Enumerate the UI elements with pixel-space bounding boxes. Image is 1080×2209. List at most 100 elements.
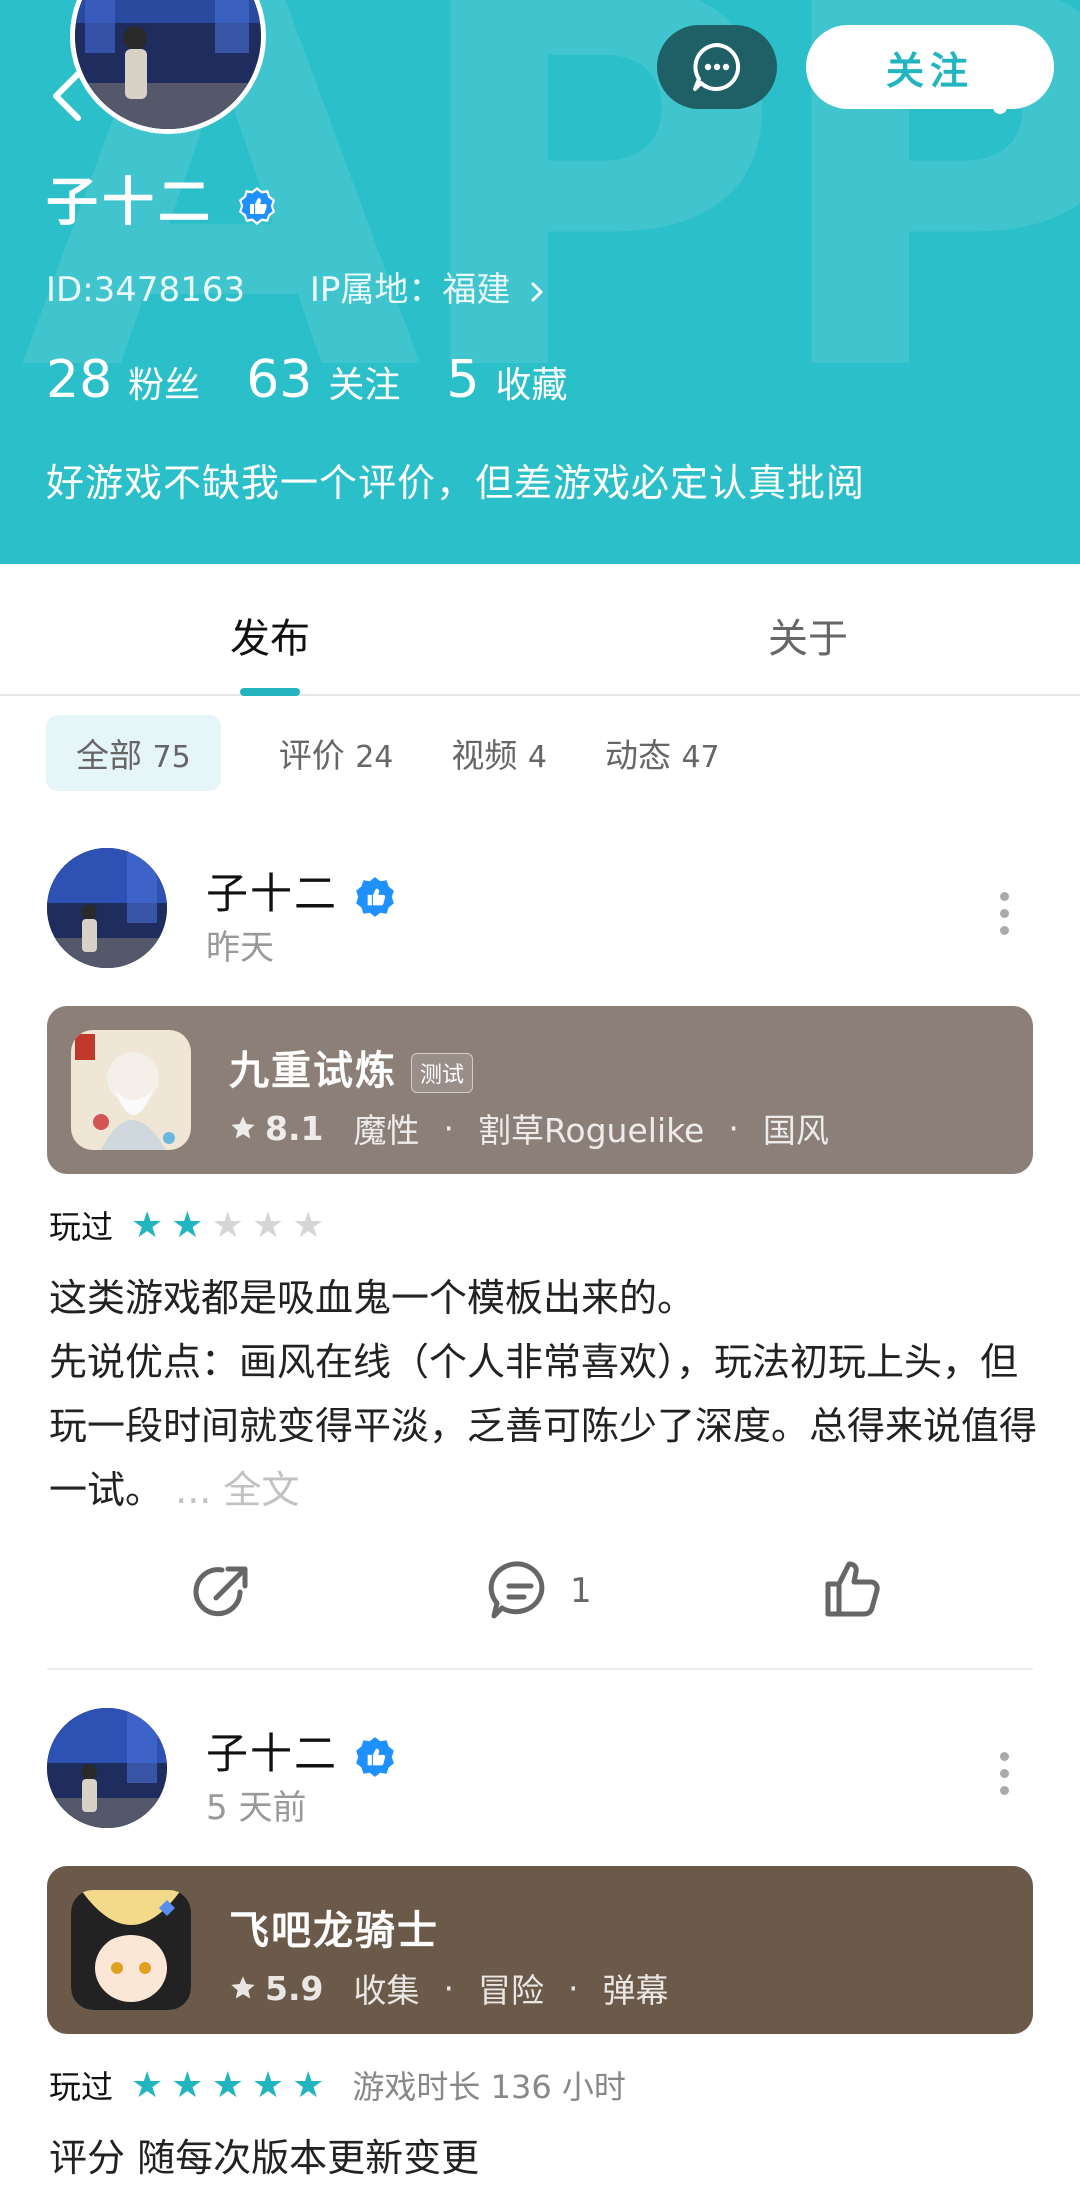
author-name-text: 子十二 xyxy=(206,1729,339,1778)
game-card[interactable]: 九重试炼 测试 8.1 魔性 · 割草Roguelike · 国风 xyxy=(47,1006,1033,1174)
favorites-count[interactable]: 5 xyxy=(446,350,479,410)
star-icon: ★ xyxy=(171,1204,204,1246)
author-name-text: 子十二 xyxy=(206,869,339,918)
separator-dot: · xyxy=(567,1968,579,2008)
comment-button[interactable]: 1 xyxy=(486,1558,592,1624)
game-tag: 魔性 xyxy=(353,1111,420,1150)
game-tag: 冒险 xyxy=(477,1971,544,2010)
ip-location: IP属地：福建 xyxy=(309,270,511,310)
rating-row: 玩过 ★ ★ ★ ★ ★ xyxy=(49,1202,332,1248)
profile-bio: 好游戏不缺我一个评价，但差游戏必定认真批阅 xyxy=(46,461,866,505)
filter-label: 动态 xyxy=(604,736,671,775)
comment-count: 1 xyxy=(570,1571,592,1611)
post-actions: 1 xyxy=(0,1558,1080,1638)
test-tag: 测试 xyxy=(411,1053,474,1093)
comment-icon xyxy=(488,1561,545,1619)
separator-dot: · xyxy=(443,1968,454,2008)
review-post: 子十二 5 天前 飞吧龙骑士 5.9 收集 · 冒险 · 弹幕 玩过 ★ ★ ★… xyxy=(0,1708,1080,2209)
star-icon: ★ xyxy=(131,2064,164,2106)
content-filters: 全部 75 评价 24 视频 4 动态 47 xyxy=(46,715,778,791)
filter-moments[interactable]: 动态 47 xyxy=(605,729,720,777)
chevron-right-icon xyxy=(531,282,543,301)
game-card[interactable]: 飞吧龙骑士 5.9 收集 · 冒险 · 弹幕 xyxy=(47,1866,1033,2034)
profile-stats: 28 粉丝 63 关注 5 收藏 xyxy=(46,350,613,410)
filter-count: 24 xyxy=(355,740,394,775)
favorites-label[interactable]: 收藏 xyxy=(495,356,567,408)
follow-button[interactable]: 关注 xyxy=(806,25,1054,109)
separator-dot: · xyxy=(728,1108,739,1148)
star-icon xyxy=(231,1116,255,1139)
game-tag: 国风 xyxy=(762,1111,829,1150)
verified-thumb-icon xyxy=(239,187,276,225)
filter-reviews[interactable]: 评价 24 xyxy=(279,729,394,777)
star-icon: ★ xyxy=(251,2064,285,2106)
game-title: 九重试炼 xyxy=(229,1048,397,1094)
filter-label: 视频 xyxy=(451,736,518,775)
star-icon: ★ xyxy=(171,2064,204,2106)
thumbs-up-icon xyxy=(825,1561,880,1617)
star-icon xyxy=(231,1976,255,1999)
played-label: 玩过 xyxy=(49,1208,114,1246)
review-post: 子十二 昨天 九重试炼 测试 8.1 魔性 · 割草Roguelike · 国风… xyxy=(0,848,1080,1670)
more-options-icon[interactable] xyxy=(1000,1752,1010,1803)
filter-label: 评价 xyxy=(278,736,345,775)
star-icon: ★ xyxy=(211,1204,244,1246)
share-button[interactable] xyxy=(190,1558,256,1624)
review-content[interactable]: 评分 随每次版本更新变更 xyxy=(49,2126,1039,2190)
star-icon: ★ xyxy=(292,1204,325,1246)
filter-count: 47 xyxy=(681,740,720,775)
fans-count[interactable]: 28 xyxy=(46,350,112,410)
play-time: 游戏时长 136 小时 xyxy=(352,2068,626,2106)
game-meta: 8.1 魔性 · 割草Roguelike · 国风 xyxy=(229,1104,829,1152)
star-icon: ★ xyxy=(211,2064,244,2106)
game-tag: 割草Roguelike xyxy=(477,1111,705,1150)
star-icon: ★ xyxy=(292,2064,325,2106)
follow-indicator-dot xyxy=(993,100,1007,114)
filter-label: 全部 xyxy=(76,736,142,775)
profile-id: ID:3478163 xyxy=(46,270,246,310)
game-icon xyxy=(71,1890,191,2010)
review-line: 先说优点：画风在线（个人非常喜欢），玩法初玩上头，但玩一段时间就变得平淡，乏善可… xyxy=(49,1330,1039,1522)
rating-stars: ★ ★ ★ ★ ★ xyxy=(131,2065,332,2106)
filter-count: 4 xyxy=(527,740,547,775)
post-time: 5 天前 xyxy=(206,1788,307,1828)
post-author-name[interactable]: 子十二 xyxy=(206,1720,397,1781)
profile-tabs: 发布 关于 xyxy=(0,564,1080,696)
message-button[interactable] xyxy=(657,25,777,109)
fans-label[interactable]: 粉丝 xyxy=(128,356,200,408)
active-tab-indicator xyxy=(240,688,300,696)
profile-username: 子十二 xyxy=(46,173,215,233)
post-author-avatar[interactable] xyxy=(47,848,167,968)
post-divider xyxy=(47,1668,1033,1670)
ip-location-link[interactable]: IP属地：福建 xyxy=(310,270,547,310)
more-options-icon[interactable] xyxy=(1000,892,1010,943)
verified-thumb-icon xyxy=(356,876,395,917)
game-title-row: 九重试炼 测试 xyxy=(229,1038,474,1096)
game-tag: 收集 xyxy=(353,1971,420,2010)
share-icon xyxy=(193,1566,248,1617)
filter-count: 75 xyxy=(152,740,191,775)
profile-name-row: 子十二 xyxy=(46,160,278,235)
separator-dot: · xyxy=(443,1108,454,1148)
star-icon: ★ xyxy=(131,1204,164,1246)
profile-header: APP 关注 子十二 ID:3478163 IP属地：福建 28 粉丝 63 关… xyxy=(0,0,1080,564)
tab-publish[interactable]: 发布 xyxy=(230,606,310,664)
star-icon: ★ xyxy=(251,1204,285,1246)
chat-bubble-icon xyxy=(693,43,741,91)
review-line: 这类游戏都是吸血鬼一个模板出来的。 xyxy=(49,1276,696,1320)
post-time: 昨天 xyxy=(206,928,274,968)
review-line: 评分 随每次版本更新变更 xyxy=(49,2136,480,2180)
game-tag: 弹幕 xyxy=(602,1971,669,2010)
post-author-avatar[interactable] xyxy=(47,1708,167,1828)
filter-all[interactable]: 全部 75 xyxy=(46,715,221,791)
profile-id-line: ID:3478163 IP属地：福建 xyxy=(46,262,547,311)
post-author-name[interactable]: 子十二 xyxy=(206,860,397,921)
read-more-link[interactable]: ... 全文 xyxy=(175,1468,299,1512)
like-button[interactable] xyxy=(822,1558,884,1620)
following-label[interactable]: 关注 xyxy=(328,356,400,408)
following-count[interactable]: 63 xyxy=(246,350,312,410)
review-content[interactable]: 这类游戏都是吸血鬼一个模板出来的。 先说优点：画风在线（个人非常喜欢），玩法初玩… xyxy=(49,1266,1039,1522)
tab-about[interactable]: 关于 xyxy=(768,606,848,664)
filter-videos[interactable]: 视频 4 xyxy=(451,729,547,777)
game-title: 飞吧龙骑士 xyxy=(229,1908,439,1954)
